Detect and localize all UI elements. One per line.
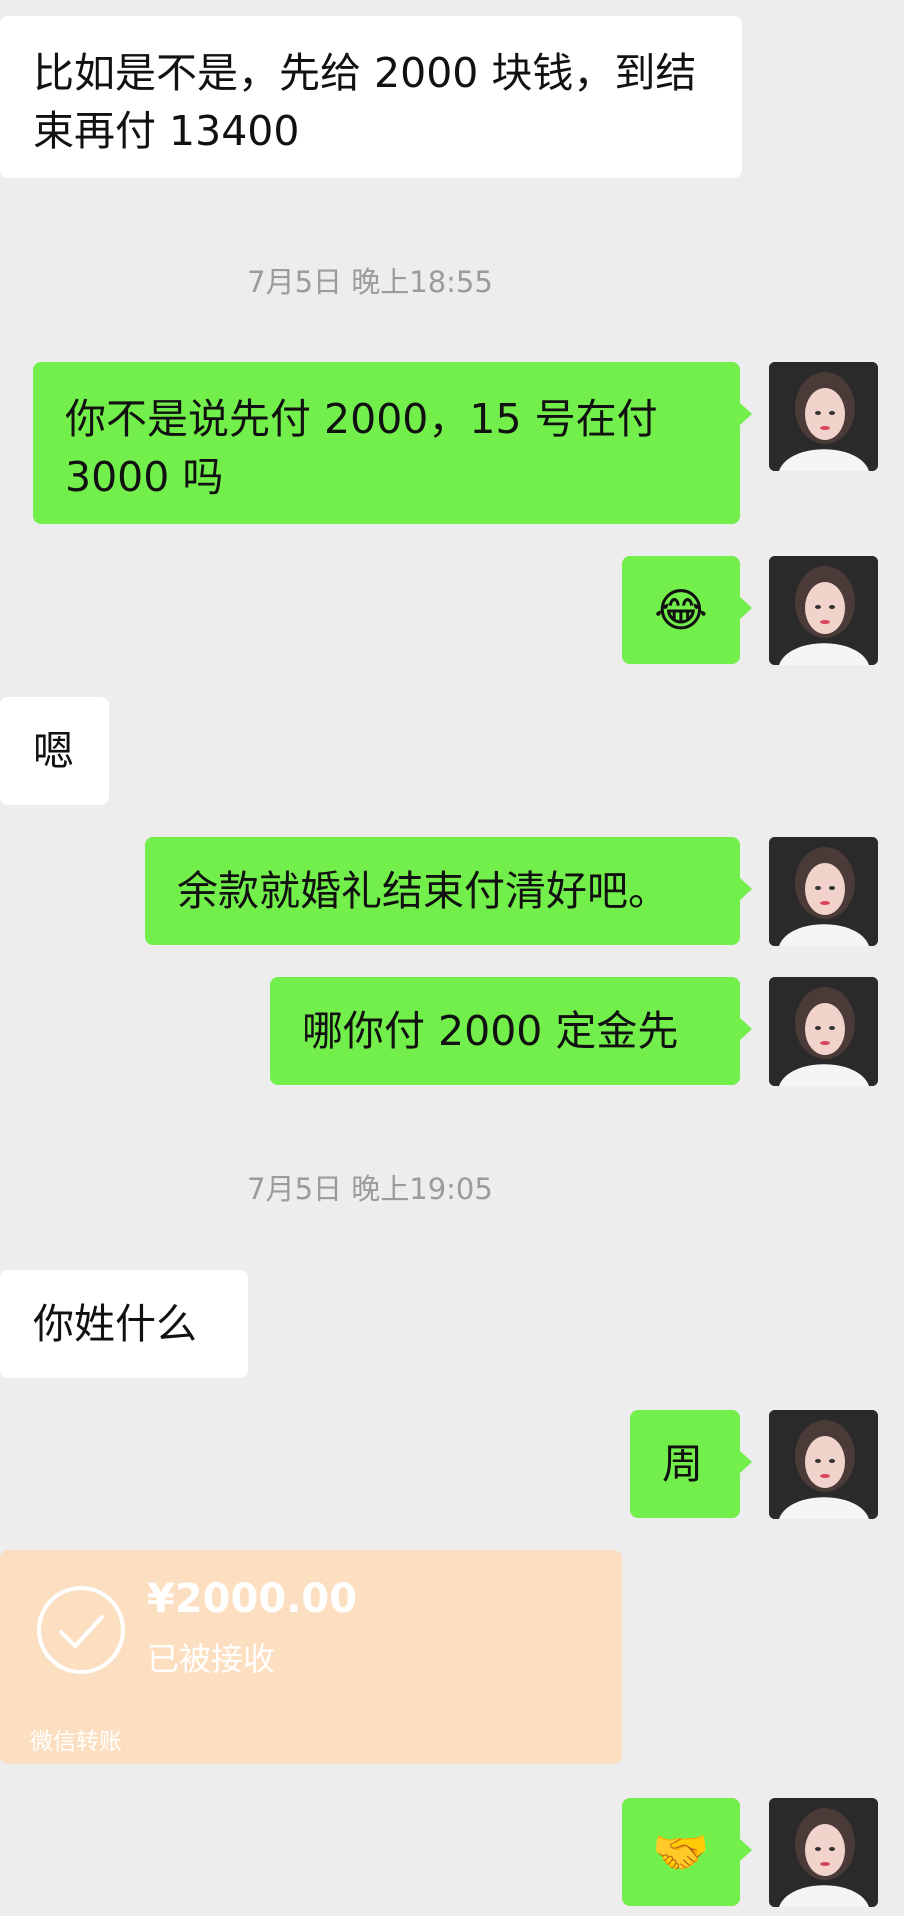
message-text: 比如是不是，先给 2000 块钱，到结束再付 13400 <box>33 49 697 155</box>
user-avatar-photo <box>769 1798 878 1907</box>
message-text: 周 <box>662 1440 703 1488</box>
message-bubble-incoming[interactable]: 嗯 <box>0 697 109 805</box>
message-bubble-outgoing[interactable]: 🤝 <box>622 1798 752 1906</box>
transfer-amount: ¥2000.00 <box>147 1576 358 1622</box>
user-avatar-photo <box>769 977 878 1086</box>
transfer-label: 微信转账 <box>30 1729 122 1755</box>
user-avatar-photo <box>769 1410 878 1519</box>
handshake-emoji: 🤝 <box>652 1825 710 1879</box>
avatar[interactable] <box>769 556 878 665</box>
message-text: 余款就婚礼结束付清好吧。 <box>177 867 669 915</box>
message-bubble-incoming[interactable]: 你姓什么 <box>0 1270 248 1378</box>
avatar[interactable] <box>769 837 878 946</box>
laughing-tears-emoji: 😂 <box>654 583 708 637</box>
message-bubble-incoming[interactable]: 比如是不是，先给 2000 块钱，到结束再付 13400 <box>0 16 742 178</box>
message-bubble-outgoing[interactable]: 余款就婚礼结束付清好吧。 <box>145 837 752 945</box>
transfer-status: 已被接收 <box>147 1640 276 1678</box>
timestamp: 7月5日 晚上19:05 <box>247 1172 493 1206</box>
user-avatar-photo <box>769 837 878 946</box>
user-avatar-photo <box>769 362 878 471</box>
message-bubble-outgoing[interactable]: 😂 <box>622 556 752 664</box>
avatar[interactable] <box>769 362 878 471</box>
avatar[interactable] <box>769 1410 878 1519</box>
message-bubble-outgoing[interactable]: 你不是说先付 2000，15 号在付3000 吗 <box>33 362 752 524</box>
wechat-transfer-card[interactable]: ¥2000.00 已被接收 微信转账 <box>0 1550 622 1764</box>
avatar[interactable] <box>769 1798 878 1907</box>
message-text: 哪你付 2000 定金先 <box>302 1007 679 1055</box>
avatar[interactable] <box>769 977 878 1086</box>
message-text: 你不是说先付 2000，15 号在付3000 吗 <box>65 395 658 501</box>
message-bubble-outgoing[interactable]: 哪你付 2000 定金先 <box>270 977 752 1085</box>
check-circle-icon <box>37 1586 125 1674</box>
message-text: 你姓什么 <box>33 1300 197 1348</box>
user-avatar-photo <box>769 556 878 665</box>
message-text: 嗯 <box>33 727 74 775</box>
timestamp: 7月5日 晚上18:55 <box>247 265 493 299</box>
message-bubble-outgoing[interactable]: 周 <box>630 1410 752 1518</box>
